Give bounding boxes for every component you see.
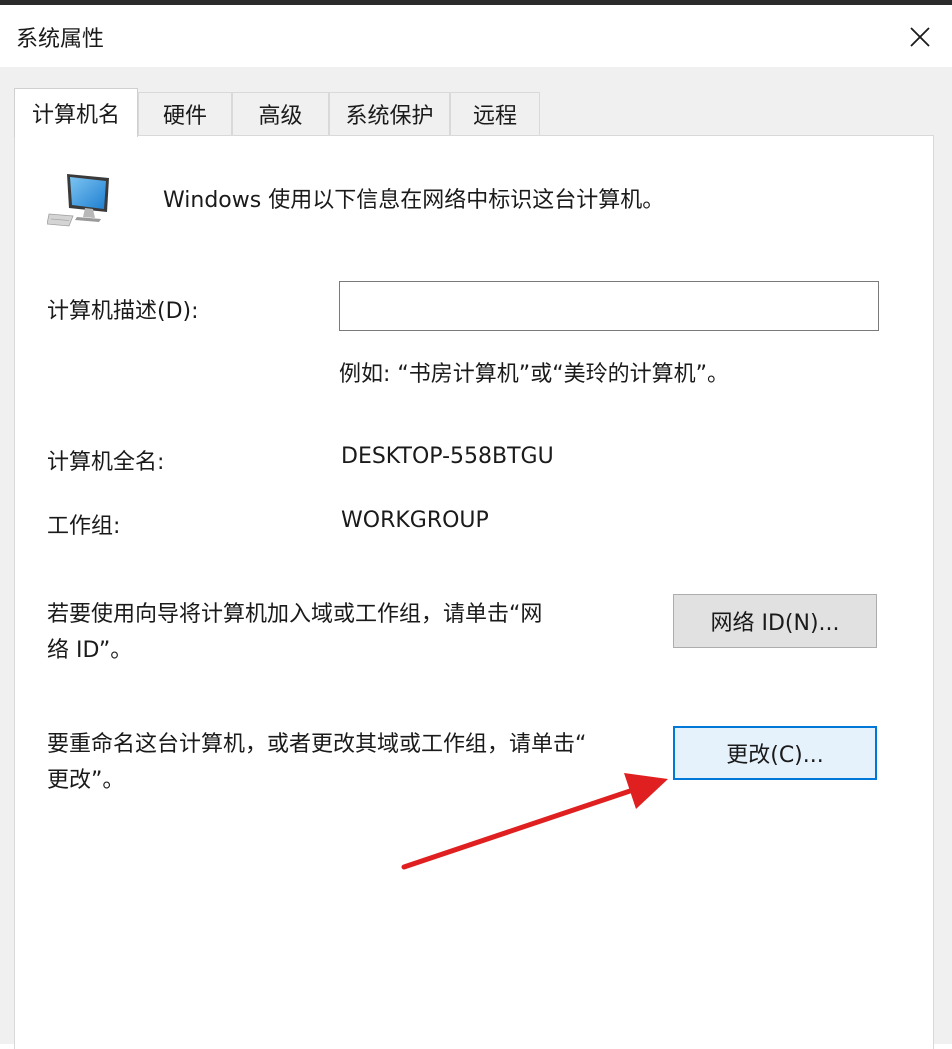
tab-strip: 计算机名 硬件 高级 系统保护 远程 <box>14 88 554 137</box>
tab-advanced[interactable]: 高级 <box>232 92 329 135</box>
full-computer-name-value: DESKTOP-558BTGU <box>341 444 554 469</box>
rename-hint-line1: 要重命名这台计算机，或者更改其域或工作组，请单击“ <box>47 732 587 757</box>
workgroup-value: WORKGROUP <box>341 508 489 533</box>
computer-description-label: 计算机描述(D): <box>47 299 199 324</box>
rename-hint-line2: 更改”。 <box>47 768 125 793</box>
tab-computer-name[interactable]: 计算机名 <box>14 88 138 137</box>
close-button[interactable] <box>896 13 944 61</box>
description-example-text: 例如: “书房计算机”或“美玲的计算机”。 <box>339 362 729 387</box>
window-title: 系统属性 <box>16 27 105 52</box>
intro-text: Windows 使用以下信息在网络中标识这台计算机。 <box>163 188 665 213</box>
computer-name-panel: Windows 使用以下信息在网络中标识这台计算机。 计算机描述(D): 例如:… <box>14 135 934 1049</box>
red-arrow-annotation <box>401 773 668 870</box>
computer-monitor-icon <box>47 174 109 227</box>
network-id-hint-line2: 络 ID”。 <box>47 638 133 663</box>
workgroup-label: 工作组: <box>47 514 121 539</box>
tab-remote[interactable]: 远程 <box>450 92 540 135</box>
tab-hardware[interactable]: 硬件 <box>138 92 232 135</box>
tab-system-protection[interactable]: 系统保护 <box>329 92 450 135</box>
full-computer-name-label: 计算机全名: <box>47 450 165 475</box>
change-button[interactable]: 更改(C)... <box>673 726 877 780</box>
close-icon <box>910 27 930 47</box>
system-properties-dialog: 系统属性 计算机名 硬件 高级 系统保护 远程 Windows 使用以下信息在网… <box>0 5 952 1049</box>
computer-description-input[interactable] <box>339 281 879 331</box>
title-bar: 系统属性 <box>0 5 952 67</box>
network-id-button[interactable]: 网络 ID(N)... <box>673 594 877 648</box>
network-id-hint-line1: 若要使用向导将计算机加入域或工作组，请单击“网 <box>47 602 543 627</box>
